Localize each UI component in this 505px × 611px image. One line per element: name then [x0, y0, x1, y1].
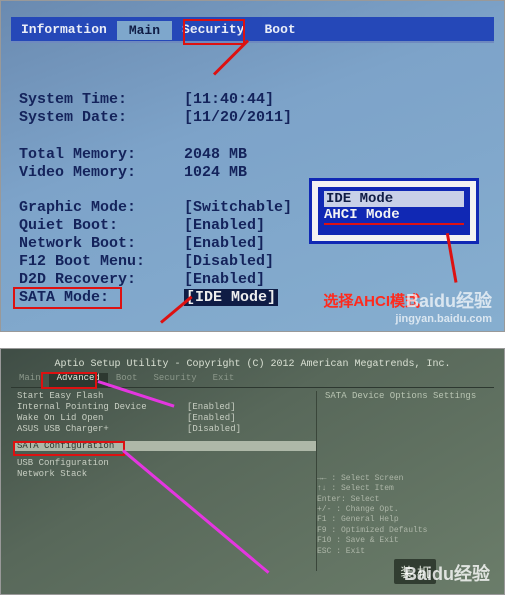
row-quiet-boot: Quiet Boot:[Enabled]	[19, 217, 265, 234]
row-total-memory: Total Memory:2048 MB	[19, 146, 247, 163]
item-start-easy-flash[interactable]: Start Easy Flash	[17, 391, 317, 401]
row-sata-mode: SATA Mode:[IDE Mode]	[19, 289, 278, 306]
tab-main[interactable]: Main	[11, 373, 49, 387]
row-d2d-recovery: D2D Recovery:[Enabled]	[19, 271, 265, 288]
right-help-title: SATA Device Options Settings	[325, 391, 490, 401]
menu-boot[interactable]: Boot	[254, 22, 305, 37]
bios-menubar: Information Main Security Boot	[11, 17, 494, 43]
watermark-baidu-2: Baidu经验	[404, 560, 490, 586]
item-usb-configuration[interactable]: USB Configuration	[17, 458, 317, 468]
menu-security[interactable]: Security	[172, 22, 254, 37]
red-arrow-to-main	[213, 39, 249, 75]
bios2-title: Aptio Setup Utility - Copyright (C) 2012…	[1, 359, 504, 370]
bios2-right-column: SATA Device Options Settings →← : Select…	[316, 391, 490, 571]
bios-phoenix-screenshot: Information Main Security Boot System Ti…	[0, 0, 505, 332]
tab-exit[interactable]: Exit	[205, 373, 243, 387]
item-sata-configuration[interactable]: SATA Configuration	[15, 441, 317, 451]
watermark-baidu: Baidu经验 jingyan.baidu.com	[395, 287, 492, 325]
popup-option-ahci[interactable]: AHCI Mode	[324, 207, 464, 225]
row-graphic-mode: Graphic Mode:[Switchable]	[19, 199, 292, 216]
menu-main[interactable]: Main	[117, 21, 172, 40]
row-network-boot: Network Boot:[Enabled]	[19, 235, 265, 252]
row-video-memory: Video Memory:1024 MB	[19, 164, 247, 181]
bios2-tabbar: Main Advanced Boot Security Exit	[11, 373, 494, 388]
menu-information[interactable]: Information	[11, 22, 117, 37]
row-system-time: System Time:[11:40:44]	[19, 91, 274, 108]
item-wake-on-lid[interactable]: Wake On Lid Open[Enabled]	[17, 413, 317, 423]
popup-option-ide[interactable]: IDE Mode	[324, 191, 464, 207]
item-network-stack[interactable]: Network Stack	[17, 469, 317, 479]
row-system-date: System Date:[11/20/2011]	[19, 109, 292, 126]
row-f12-boot-menu: F12 Boot Menu:[Disabled]	[19, 253, 274, 270]
bios-aptio-screenshot: Aptio Setup Utility - Copyright (C) 2012…	[0, 348, 505, 595]
tab-security[interactable]: Security	[145, 373, 204, 387]
sata-mode-popup: IDE Mode AHCI Mode	[312, 181, 476, 241]
item-asus-usb-charger[interactable]: ASUS USB Charger+[Disabled]	[17, 424, 317, 434]
bios2-help-keys: →← : Select Screen ↑↓ : Select Item Ente…	[317, 474, 427, 557]
